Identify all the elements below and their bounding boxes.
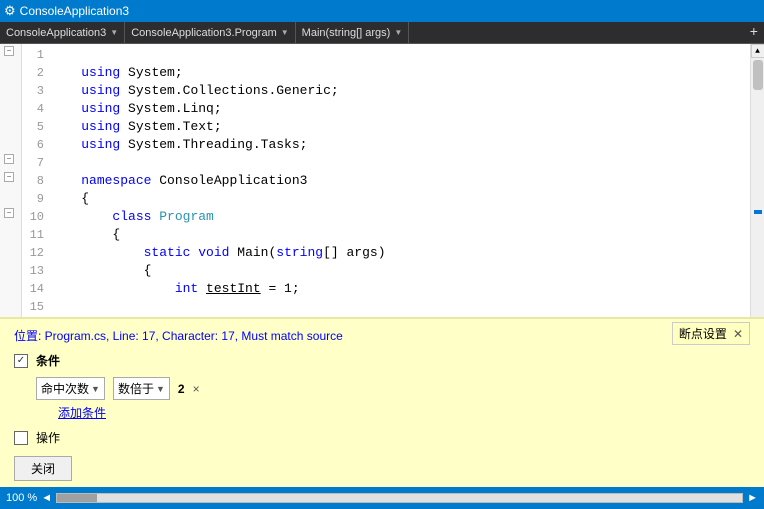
vertical-scrollbar[interactable]: ▲ bbox=[750, 44, 764, 317]
add-condition-row: 添加条件 bbox=[36, 404, 750, 421]
ln-3: 3 bbox=[26, 82, 44, 100]
collapse-namespace[interactable]: − bbox=[4, 154, 14, 164]
ln-9: 9 bbox=[26, 190, 44, 208]
ln-11: 11 bbox=[26, 226, 44, 244]
action-row: 操作 bbox=[14, 429, 750, 446]
bottom-panel: 位置: Program.cs, Line: 17, Character: 17,… bbox=[0, 317, 764, 487]
code-editor: − − − − 1 2 3 4 5 6 7 8 9 10 bbox=[0, 44, 764, 317]
multiplier-value: 2 bbox=[178, 382, 185, 396]
ln-1: 1 bbox=[26, 46, 44, 64]
horizontal-scrollbar-thumb[interactable] bbox=[57, 494, 97, 502]
condition-label: 条件 bbox=[36, 352, 60, 369]
multiplier-dropdown[interactable]: 数倍于 ▼ bbox=[113, 377, 170, 400]
gutter: − − − − bbox=[0, 44, 22, 317]
method-dropdown[interactable]: Main(string[] args) ▼ bbox=[296, 22, 410, 43]
app-icon: ⚙ bbox=[4, 3, 16, 19]
dropdown2-arrow: ▼ bbox=[281, 28, 289, 37]
breakpoint-settings-label: 断点设置 bbox=[679, 325, 727, 342]
scroll-marker bbox=[754, 210, 762, 214]
project-dropdown[interactable]: ConsoleApplication3 ▼ bbox=[0, 22, 125, 43]
title-bar: ⚙ ConsoleApplication3 bbox=[0, 0, 764, 22]
hitcount-dropdown[interactable]: 命中次数 ▼ bbox=[36, 377, 105, 400]
dropdown1-arrow: ▼ bbox=[110, 28, 118, 37]
add-condition-link[interactable]: 添加条件 bbox=[58, 406, 106, 420]
collapse-using[interactable]: − bbox=[4, 46, 14, 56]
ln-4: 4 bbox=[26, 100, 44, 118]
breakpoint-settings-close[interactable]: ✕ bbox=[733, 327, 743, 341]
title-text: ConsoleApplication3 bbox=[20, 4, 129, 18]
condition-checkbox[interactable] bbox=[14, 354, 28, 368]
ln-13: 13 bbox=[26, 262, 44, 280]
close-button[interactable]: 关闭 bbox=[14, 456, 72, 481]
scroll-thumb[interactable] bbox=[753, 60, 763, 90]
action-checkbox[interactable] bbox=[14, 431, 28, 445]
ln-5: 5 bbox=[26, 118, 44, 136]
breakpoint-settings-panel: 断点设置 ✕ bbox=[672, 322, 750, 345]
location-line: 位置: Program.cs, Line: 17, Character: 17,… bbox=[14, 327, 750, 344]
hitcount-row: 命中次数 ▼ 数倍于 ▼ 2 × bbox=[36, 377, 750, 400]
scroll-right-btn[interactable]: ► bbox=[747, 492, 758, 504]
toolbar: ConsoleApplication3 ▼ ConsoleApplication… bbox=[0, 22, 764, 44]
ln-10: 10 bbox=[26, 208, 44, 226]
ln-12: 12 bbox=[26, 244, 44, 262]
action-label: 操作 bbox=[36, 429, 60, 446]
scroll-up-btn[interactable]: ▲ bbox=[751, 44, 764, 58]
ln-8: 8 bbox=[26, 172, 44, 190]
location-text: 位置: Program.cs, Line: 17, Character: 17,… bbox=[14, 329, 343, 343]
multiplier-close[interactable]: × bbox=[193, 382, 200, 396]
ln-14: 14 bbox=[26, 280, 44, 298]
condition-row: 条件 bbox=[14, 352, 750, 369]
scroll-left-btn[interactable]: ◄ bbox=[41, 492, 52, 504]
ln-7: 7 bbox=[26, 154, 44, 172]
add-button[interactable]: + bbox=[744, 22, 764, 43]
ln-15: 15 bbox=[26, 298, 44, 316]
editor-wrapper: ConsoleApplication3 ▼ ConsoleApplication… bbox=[0, 22, 764, 509]
horizontal-scrollbar-track[interactable] bbox=[56, 493, 743, 503]
ln-2: 2 bbox=[26, 64, 44, 82]
dropdown3-arrow: ▼ bbox=[394, 28, 402, 37]
collapse-main[interactable]: − bbox=[4, 208, 14, 218]
line-numbers: 1 2 3 4 5 6 7 8 9 10 11 12 13 14 15 16 1… bbox=[22, 44, 50, 317]
zoom-level: 100 % bbox=[6, 492, 37, 504]
status-bar: 100 % ◄ ► bbox=[0, 487, 764, 509]
class-dropdown[interactable]: ConsoleApplication3.Program ▼ bbox=[125, 22, 295, 43]
ln-6: 6 bbox=[26, 136, 44, 154]
collapse-class[interactable]: − bbox=[4, 172, 14, 182]
code-content[interactable]: using System; using System.Collections.G… bbox=[50, 44, 750, 317]
